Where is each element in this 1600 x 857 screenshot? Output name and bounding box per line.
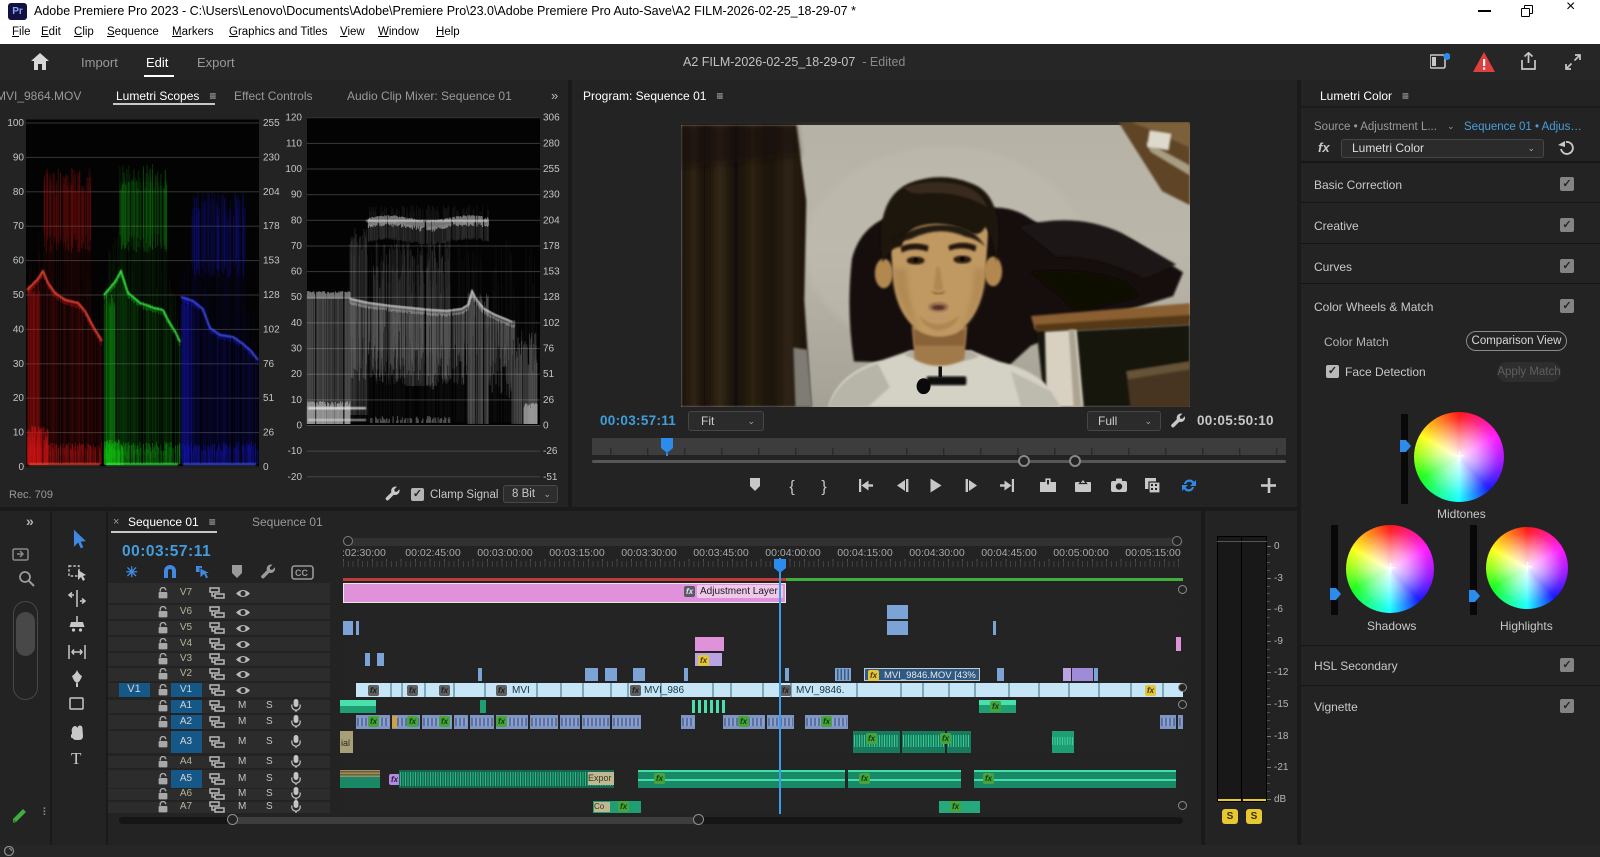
svg-text:153: 153 <box>543 267 560 278</box>
svg-text:153: 153 <box>263 256 280 267</box>
svg-text:0: 0 <box>296 421 302 432</box>
svg-text:100: 100 <box>285 164 302 175</box>
svg-text:120: 120 <box>285 113 302 124</box>
svg-text:40: 40 <box>291 318 303 329</box>
svg-text:{: { <box>789 479 795 496</box>
svg-text:128: 128 <box>263 290 280 301</box>
svg-text:90: 90 <box>291 190 303 201</box>
svg-text:40: 40 <box>13 324 25 335</box>
svg-text:102: 102 <box>543 318 560 329</box>
svg-text:60: 60 <box>13 256 25 267</box>
svg-text:70: 70 <box>13 221 25 232</box>
svg-text:-26: -26 <box>543 446 558 457</box>
svg-text:178: 178 <box>263 221 280 232</box>
svg-text:50: 50 <box>13 290 25 301</box>
svg-text:230: 230 <box>263 152 280 163</box>
svg-text:-10: -10 <box>288 446 303 457</box>
svg-text:T: T <box>71 749 82 768</box>
svg-text:}: } <box>821 479 827 496</box>
svg-text:204: 204 <box>263 187 280 198</box>
svg-text:80: 80 <box>291 215 303 226</box>
svg-text:110: 110 <box>286 138 302 149</box>
svg-text:76: 76 <box>263 359 275 370</box>
svg-text:50: 50 <box>291 292 303 303</box>
svg-text:0: 0 <box>543 421 549 432</box>
svg-text:26: 26 <box>543 395 555 406</box>
svg-text:51: 51 <box>543 369 555 380</box>
svg-text:30: 30 <box>13 359 25 370</box>
svg-text:-20: -20 <box>288 472 303 483</box>
svg-text:20: 20 <box>13 393 25 404</box>
svg-text:90: 90 <box>13 152 25 163</box>
svg-text:230: 230 <box>543 190 560 201</box>
svg-text:255: 255 <box>263 118 280 129</box>
svg-text:80: 80 <box>13 187 25 198</box>
svg-text:30: 30 <box>291 344 303 355</box>
svg-text:51: 51 <box>263 393 275 404</box>
svg-text:204: 204 <box>543 215 560 226</box>
svg-text:100: 100 <box>7 118 24 129</box>
svg-text:280: 280 <box>543 138 560 149</box>
svg-text:102: 102 <box>263 324 280 335</box>
svg-text:255: 255 <box>543 164 560 175</box>
svg-text:CC: CC <box>295 568 308 578</box>
svg-text:26: 26 <box>263 428 275 439</box>
svg-text:60: 60 <box>291 267 303 278</box>
svg-text:76: 76 <box>543 344 555 355</box>
svg-text:128: 128 <box>543 292 560 303</box>
svg-text:-51: -51 <box>543 472 558 483</box>
svg-text:178: 178 <box>543 241 560 252</box>
svg-text:0: 0 <box>263 462 269 473</box>
svg-text:0: 0 <box>18 462 24 473</box>
svg-text:20: 20 <box>291 369 303 380</box>
svg-text:10: 10 <box>13 428 25 439</box>
svg-text:70: 70 <box>291 241 303 252</box>
svg-text:10: 10 <box>291 395 303 406</box>
svg-text:306: 306 <box>543 113 560 124</box>
